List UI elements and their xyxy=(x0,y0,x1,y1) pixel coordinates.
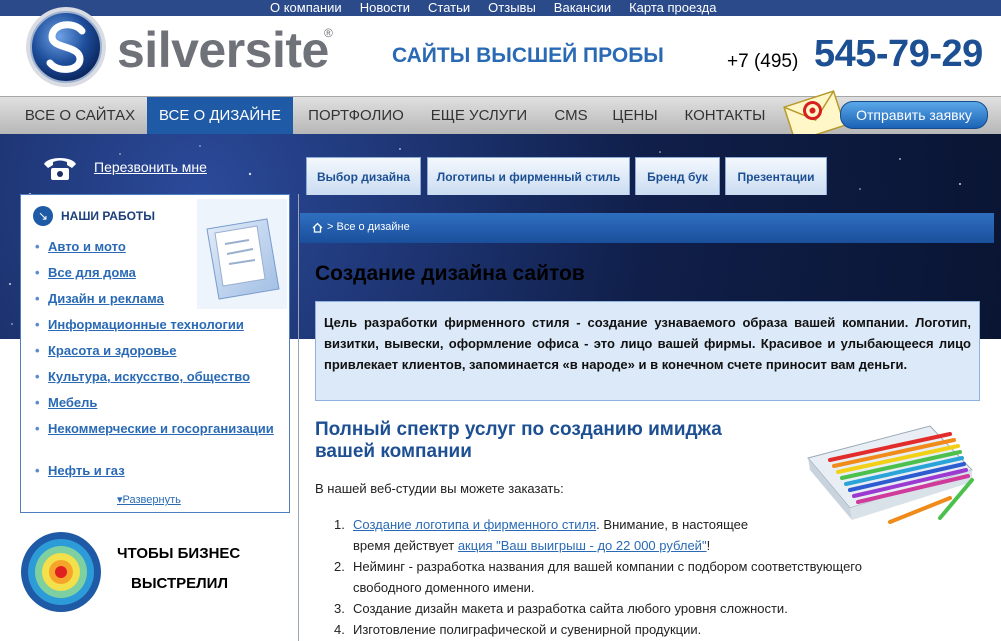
nav-item-prices[interactable]: ЦЕНЫ xyxy=(603,97,667,134)
services-list: 1. Создание логотипа и фирменного стиля.… xyxy=(334,514,923,640)
nav-item-contacts[interactable]: КОНТАКТЫ xyxy=(670,97,780,134)
top-link[interactable]: Статьи xyxy=(428,0,470,16)
phone-prefix: +7 (495) xyxy=(727,51,799,72)
page-title: Создание дизайна сайтов xyxy=(315,262,585,285)
silversite-logo-icon[interactable] xyxy=(24,5,108,89)
arrow-circle-icon: ↘ xyxy=(33,206,53,226)
top-link[interactable]: Вакансии xyxy=(554,0,611,16)
works-category-link[interactable]: Нефть и газ xyxy=(35,463,278,478)
expand-link[interactable]: ▾Развернуть xyxy=(117,493,181,506)
service-item: 3. Создание дизайн макета и разработка с… xyxy=(334,601,788,616)
service-print: Изготовление полиграфической и сувенирно… xyxy=(353,622,702,637)
phone-number: 545-79-29 xyxy=(814,33,983,75)
works-category-link[interactable]: Все для дома xyxy=(35,265,278,280)
subtab-design-choice[interactable]: Выбор дизайна xyxy=(306,157,421,195)
subtab-presentations[interactable]: Презентации xyxy=(725,157,827,195)
works-category-link[interactable]: Авто и мото xyxy=(35,239,278,254)
nav-item-sites[interactable]: ВСЕ О САЙТАХ xyxy=(14,97,146,134)
works-category-link[interactable]: Дизайн и реклама xyxy=(35,291,278,306)
breadcrumb: > Все о дизайне xyxy=(312,221,410,233)
service-item: 2. Нейминг - разработка названия для ваш… xyxy=(334,559,862,595)
service-1-note-3: ! xyxy=(706,538,711,553)
section-subtitle: Полный спектр услуг по созданию имиджа в… xyxy=(315,419,722,462)
works-category-link[interactable]: Мебель xyxy=(35,395,278,410)
service-1-note: . Внимание, в настоящее xyxy=(596,517,749,532)
nav-item-cms[interactable]: CMS xyxy=(542,97,600,134)
home-icon[interactable] xyxy=(312,222,323,233)
service-item: 1. Создание логотипа и фирменного стиля.… xyxy=(334,517,749,553)
send-request-button[interactable]: Отправить заявку xyxy=(840,101,988,129)
works-category-link[interactable]: Некоммерческие и госорганизации xyxy=(35,421,278,436)
promo-line-2[interactable]: ВЫСТРЕЛИЛ xyxy=(131,575,228,592)
services-intro: В нашей веб-студии вы можете заказать: xyxy=(315,481,564,496)
works-category-link[interactable]: Культура, искусство, общество xyxy=(35,369,278,384)
promo-action-link[interactable]: акция "Ваш выигрыш - до 22 000 рублей" xyxy=(458,538,707,553)
target-icon[interactable] xyxy=(20,531,102,613)
callback-link[interactable]: Перезвонить мне xyxy=(94,159,207,175)
top-link[interactable]: Новости xyxy=(360,0,410,16)
expand-label: Развернуть xyxy=(122,494,181,506)
our-works-panel: ↘ НАШИ РАБОТЫ Авто и мото Все для дома Диз… xyxy=(20,194,290,513)
slogan: САЙТЫ ВЫСШЕЙ ПРОБЫ xyxy=(392,44,664,67)
nav-item-services[interactable]: ЕЩЕ УСЛУГИ xyxy=(418,97,540,134)
our-works-title: НАШИ РАБОТЫ xyxy=(61,209,156,223)
nav-item-portfolio[interactable]: ПОРТФОЛИО xyxy=(297,97,415,134)
telephone-icon[interactable] xyxy=(42,154,78,182)
breadcrumb-bar: > Все о дизайне xyxy=(300,213,994,243)
subtab-logos[interactable]: Логотипы и фирменный стиль xyxy=(427,157,630,195)
info-box: Цель разработки фирменного стиля - созда… xyxy=(315,301,980,401)
works-category-link[interactable]: Информационные технологии xyxy=(35,317,278,332)
service-1-note-2: время действует xyxy=(353,538,458,553)
works-category-link[interactable]: Красота и здоровье xyxy=(35,343,278,358)
top-link[interactable]: Карта проезда xyxy=(629,0,716,16)
pencils-box-image xyxy=(807,425,974,524)
top-links-bar: О компании Новости Статьи Отзывы Вакансии Кар… xyxy=(0,0,1001,16)
service-site-design: Создание дизайн макета и разработка сайт… xyxy=(353,601,788,616)
brand-name[interactable]: silversite xyxy=(117,21,329,79)
content-divider xyxy=(298,194,299,641)
registered-mark: ® xyxy=(324,26,333,40)
service-naming: Нейминг - разработка названия для вашей … xyxy=(353,559,862,595)
top-link[interactable]: О компании xyxy=(270,0,342,16)
promo-line-1[interactable]: ЧТОБЫ БИЗНЕС xyxy=(117,545,240,562)
logo-style-link[interactable]: Создание логотипа и фирменного стиля xyxy=(353,517,596,532)
nav-item-design[interactable]: ВСЕ О ДИЗАЙНЕ xyxy=(147,97,293,134)
subtab-brandbook[interactable]: Бренд бук xyxy=(635,157,720,195)
top-link[interactable]: Отзывы xyxy=(488,0,536,16)
top-links: О компании Новости Статьи Отзывы Вакансии Кар… xyxy=(270,0,716,16)
breadcrumb-current: > Все о дизайне xyxy=(327,221,410,233)
our-works-header: ↘ НАШИ РАБОТЫ xyxy=(33,206,155,226)
service-item: 4. Изготовление полиграфической и сувени… xyxy=(334,622,702,637)
